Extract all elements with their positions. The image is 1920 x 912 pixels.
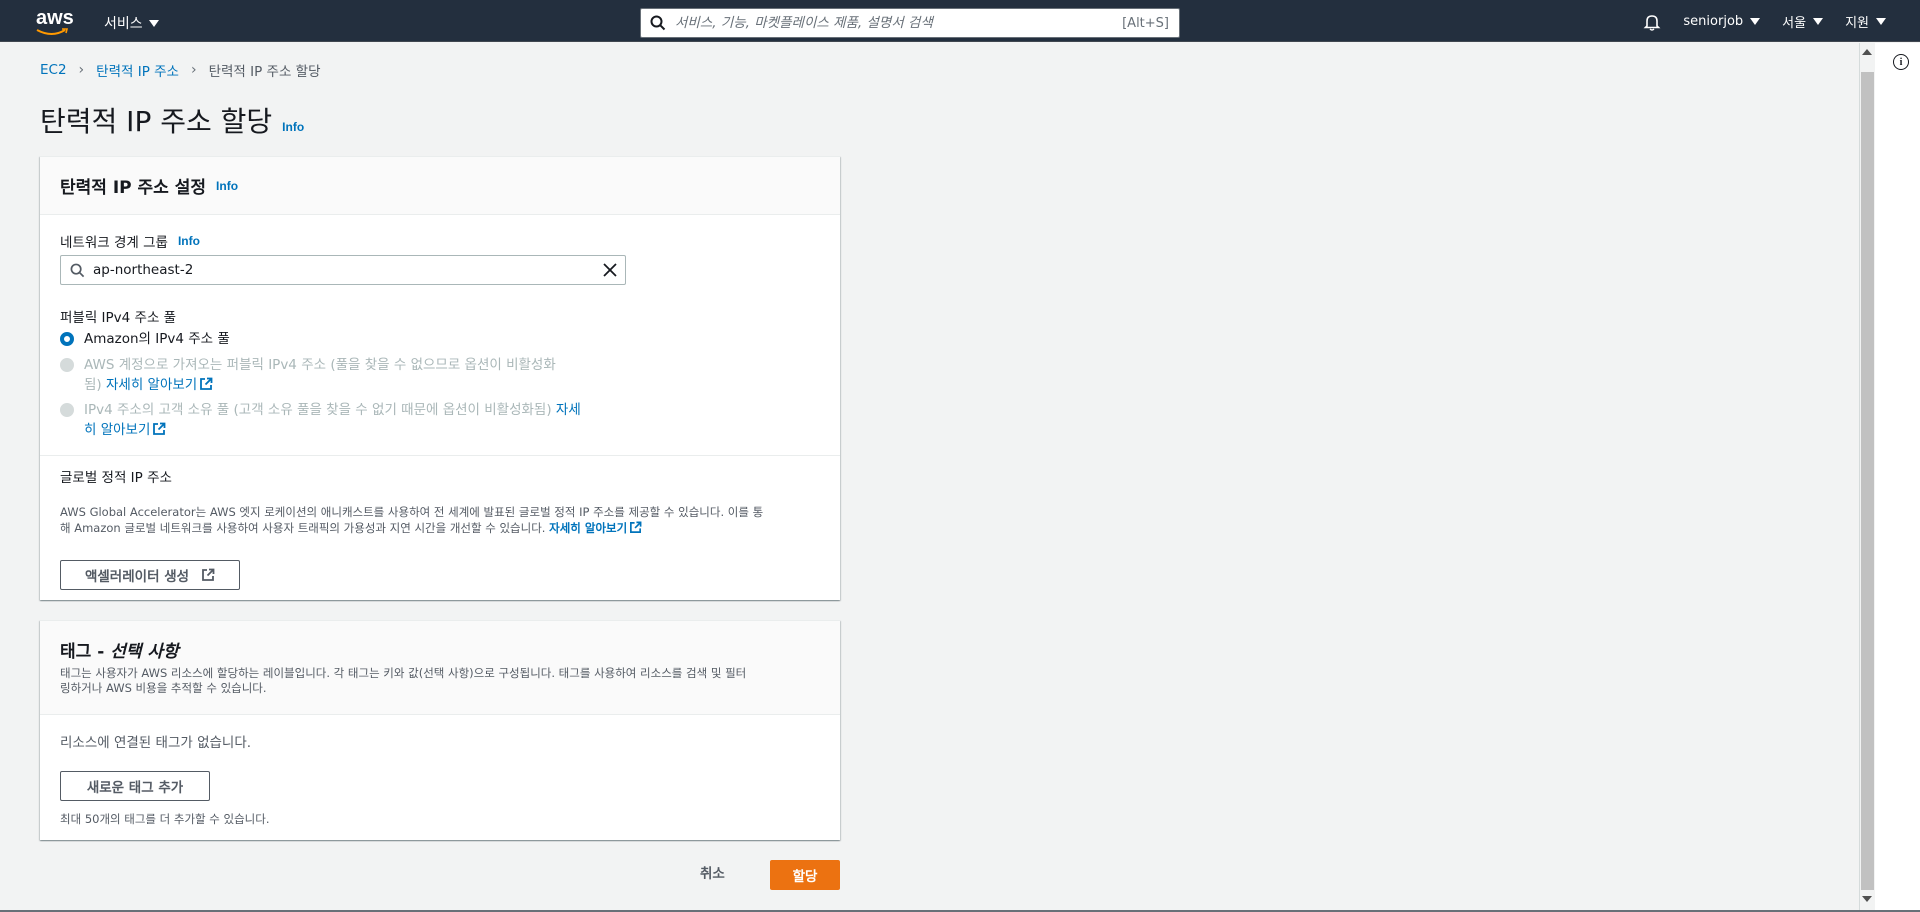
tags-panel-header: 태그 - 선택 사항 태그는 사용자가 AWS 리소스에 할당하는 레이블입니다…: [40, 621, 840, 715]
tag-limit-text: 최대 50개의 태그를 더 추가할 수 있습니다.: [60, 812, 270, 826]
region-menu[interactable]: 서울: [1782, 12, 1824, 31]
support-menu[interactable]: 지원: [1845, 12, 1886, 31]
caret-down-icon: [1813, 18, 1824, 25]
pool-option-amazon-label: Amazon의 IPv4 주소 풀: [84, 331, 230, 347]
search-icon: [641, 15, 675, 31]
radio-button-disabled: [60, 403, 74, 417]
caret-down-icon: [1750, 18, 1761, 25]
help-panel-rail: [1875, 43, 1920, 912]
external-link-icon: [153, 422, 166, 435]
services-label: 서비스: [104, 16, 143, 32]
clear-icon[interactable]: [595, 256, 625, 284]
breadcrumb-ec2[interactable]: EC2: [40, 62, 67, 78]
elastic-ip-settings-panel: 탄력적 IP 주소 설정 Info 네트워크 경계 그룹 Info ap-nor…: [40, 156, 840, 600]
support-label: 지원: [1845, 16, 1869, 31]
breadcrumb-elastic-ips[interactable]: 탄력적 IP 주소: [96, 60, 179, 80]
radio-button-selected[interactable]: [60, 332, 74, 346]
network-border-group-label-row: 네트워크 경계 그룹 Info: [60, 231, 200, 251]
breadcrumb: EC2 › 탄력적 IP 주소 › 탄력적 IP 주소 할당: [40, 60, 321, 80]
page-info-link[interactable]: Info: [282, 120, 304, 134]
tags-panel-title: 태그 - 선택 사항: [60, 642, 179, 662]
network-border-group-info-link[interactable]: Info: [178, 234, 200, 248]
settings-panel-header: 탄력적 IP 주소 설정 Info: [40, 157, 840, 215]
pool-option-byoip-label-line1: AWS 계정으로 가져오는 퍼블릭 IPv4 주소 (풀을 찾을 수 없으므로 …: [84, 357, 556, 373]
external-link-icon: [630, 521, 642, 533]
network-border-group-label: 네트워크 경계 그룹: [60, 235, 168, 251]
top-navigation-bar: aws 서비스 [Alt+S] seniorjob 서울 지원: [0, 0, 1920, 42]
aws-logo[interactable]: aws: [36, 8, 74, 28]
cancel-button[interactable]: 취소: [700, 862, 725, 882]
services-menu[interactable]: 서비스: [104, 13, 159, 33]
external-link-icon: [200, 377, 213, 390]
info-circle-icon[interactable]: i: [1893, 54, 1909, 70]
create-accelerator-label: 액셀러레이터 생성: [84, 569, 190, 585]
create-accelerator-button[interactable]: 액셀러레이터 생성: [60, 560, 240, 590]
network-border-group-select[interactable]: ap-northeast-2: [60, 255, 626, 285]
add-tag-label: 새로운 태그 추가: [86, 780, 184, 796]
allocate-button[interactable]: 할당: [770, 860, 840, 890]
page-title: 탄력적 IP 주소 할당: [40, 105, 273, 138]
chevron-right-icon: ›: [190, 62, 197, 78]
account-menu[interactable]: seniorjob: [1683, 14, 1761, 29]
pool-option-byoip: AWS 계정으로 가져오는 퍼블릭 IPv4 주소 (풀을 찾을 수 없으므로 …: [60, 355, 556, 395]
byoip-learn-more-link[interactable]: 자세히 알아보기: [106, 377, 213, 393]
search-input[interactable]: [675, 15, 1123, 31]
network-border-group-value: ap-northeast-2: [93, 262, 194, 278]
ipv4-pool-label: 퍼블릭 IPv4 주소 풀: [60, 310, 177, 326]
add-tag-button[interactable]: 새로운 태그 추가: [60, 771, 210, 801]
bell-icon: [1643, 14, 1661, 31]
caret-down-icon: [1876, 18, 1886, 25]
page-title-row: 탄력적 IP 주소 할당 Info: [40, 100, 304, 140]
scroll-up-arrow-icon[interactable]: [1862, 49, 1872, 55]
pool-option-coip-label: IPv4 주소의 고객 소유 풀 (고객 소유 풀을 찾을 수 없기 때문에 옵…: [84, 402, 552, 418]
pool-option-customer-owned: IPv4 주소의 고객 소유 풀 (고객 소유 풀을 찾을 수 없기 때문에 옵…: [60, 400, 581, 440]
region-name: 서울: [1782, 16, 1807, 31]
search-shortcut-hint: [Alt+S]: [1122, 15, 1169, 31]
section-divider: [40, 455, 840, 456]
notifications-button[interactable]: [1643, 13, 1661, 31]
global-search[interactable]: [Alt+S]: [640, 8, 1180, 38]
no-tags-text: 리소스에 연결된 태그가 없습니다.: [60, 735, 252, 751]
pool-option-amazon[interactable]: Amazon의 IPv4 주소 풀: [60, 329, 230, 349]
settings-info-link[interactable]: Info: [216, 179, 238, 193]
settings-panel-title: 탄력적 IP 주소 설정: [60, 178, 207, 198]
scroll-down-arrow-icon[interactable]: [1862, 896, 1872, 902]
global-static-ip-description: AWS Global Accelerator는 AWS 엣지 로케이션의 애니캐…: [60, 505, 764, 535]
tags-description: 태그는 사용자가 AWS 리소스에 할당하는 레이블입니다. 각 태그는 키와 …: [60, 666, 747, 695]
scrollbar-thumb[interactable]: [1861, 72, 1874, 890]
radio-button-disabled: [60, 358, 74, 372]
aws-smile-icon: [36, 28, 68, 35]
global-accelerator-learn-more-link[interactable]: 자세히 알아보기: [549, 521, 642, 535]
coip-learn-more-link-part1[interactable]: 자세: [556, 402, 581, 418]
coip-learn-more-link-part2[interactable]: 히 알아보기: [84, 422, 166, 438]
pool-option-byoip-label-line2: 됨): [84, 377, 102, 393]
chevron-right-icon: ›: [78, 62, 85, 78]
account-name: seniorjob: [1683, 14, 1744, 29]
top-right-menu: seniorjob 서울 지원: [1643, 12, 1886, 31]
external-link-icon: [202, 568, 215, 581]
search-icon: [61, 263, 93, 278]
tags-panel: 태그 - 선택 사항 태그는 사용자가 AWS 리소스에 할당하는 레이블입니다…: [40, 620, 840, 840]
breadcrumb-current: 탄력적 IP 주소 할당: [208, 64, 321, 80]
global-static-ip-label: 글로벌 정적 IP 주소: [60, 470, 172, 486]
caret-down-icon: [148, 19, 159, 27]
